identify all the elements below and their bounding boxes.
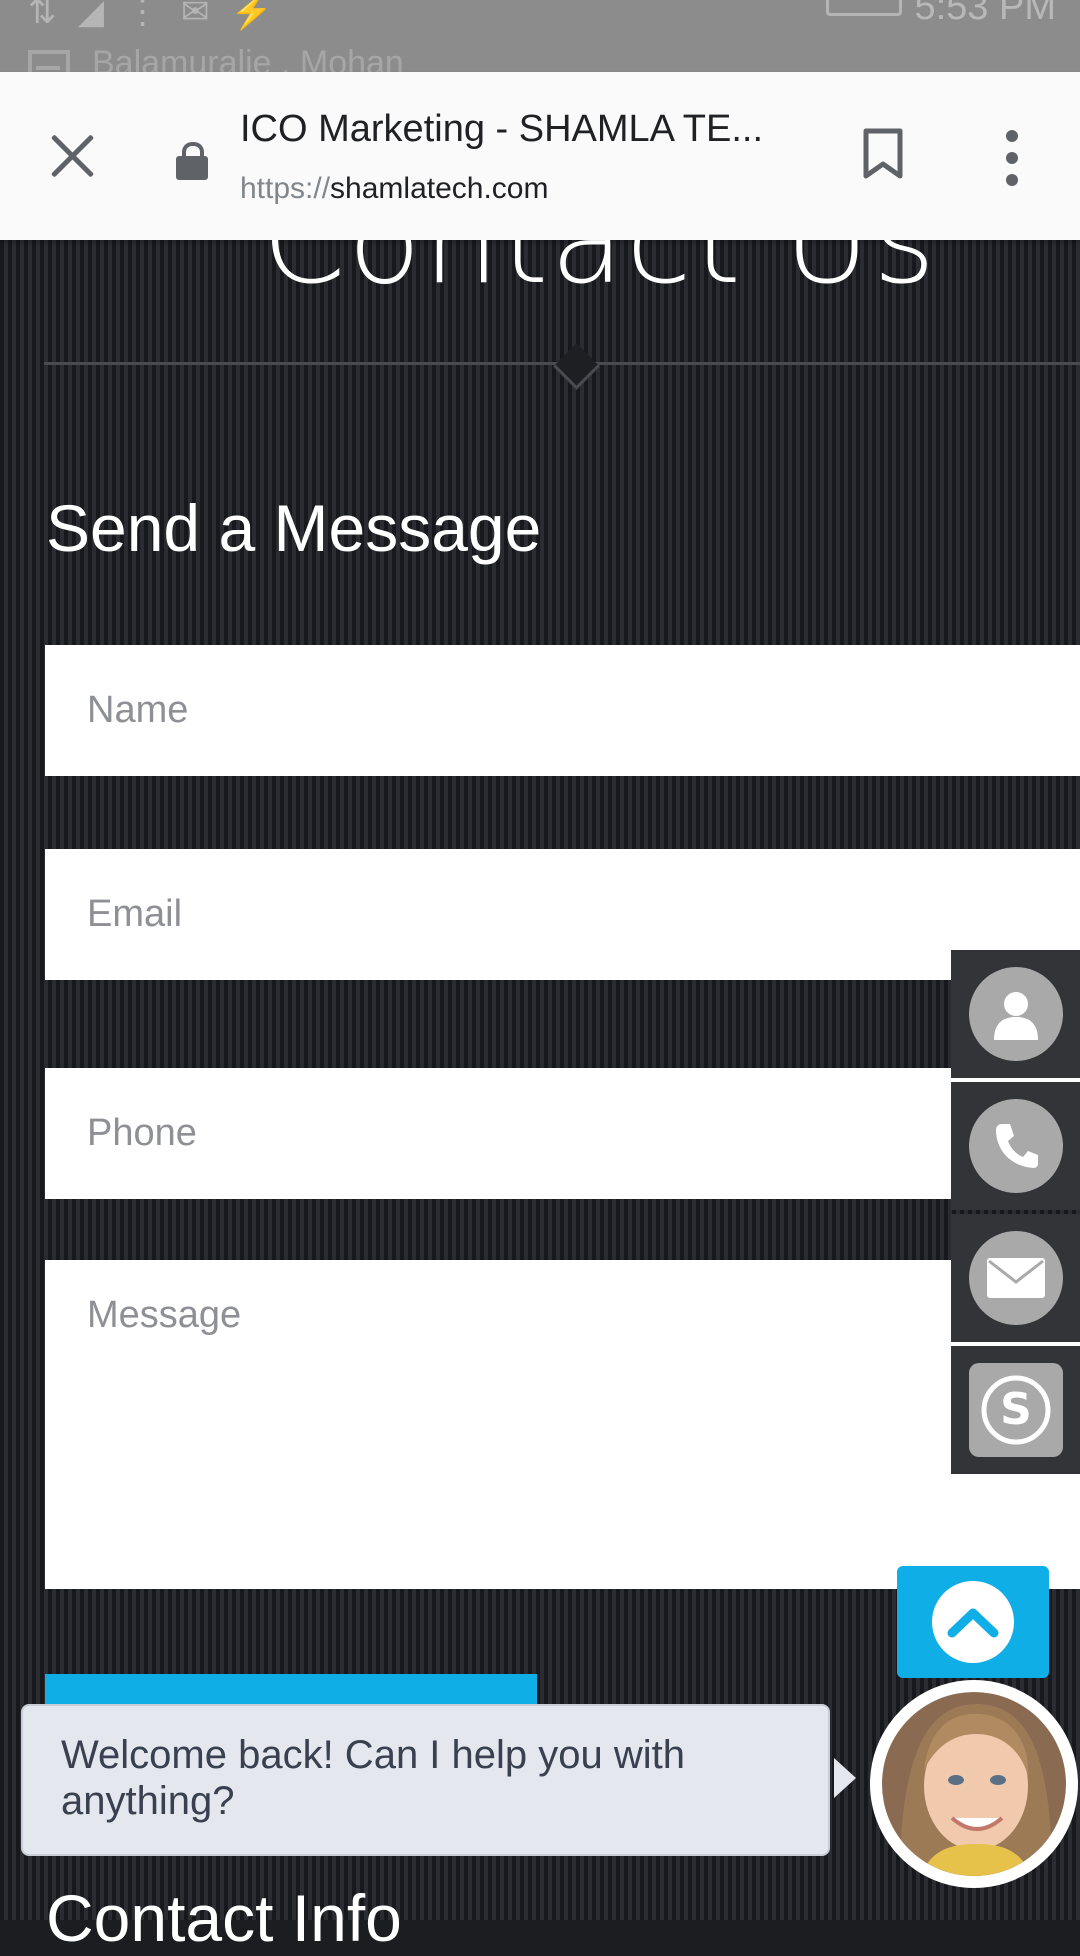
- lock-icon[interactable]: [176, 142, 208, 180]
- email-icon: [968, 1231, 1063, 1325]
- contact-email-button[interactable]: [951, 1214, 1080, 1342]
- chat-bubble-pointer: [834, 1758, 856, 1798]
- contact-skype-button[interactable]: S: [951, 1346, 1080, 1474]
- status-bar: ⇅ ◢ ⋮ ✉ ⚡ 5:53 PM Balamuralie . Mohan: [0, 0, 1080, 72]
- back-to-top-button[interactable]: [897, 1566, 1049, 1678]
- name-input[interactable]: [45, 645, 1080, 776]
- notification: Balamuralie . Mohan: [28, 44, 404, 72]
- chat-agent-avatar[interactable]: [870, 1680, 1078, 1888]
- contact-user-button[interactable]: [951, 950, 1080, 1078]
- gmail-icon: [28, 50, 70, 72]
- message-input[interactable]: [45, 1260, 1080, 1589]
- close-icon[interactable]: [46, 130, 98, 182]
- chevron-up-icon: [932, 1581, 1014, 1663]
- status-time: 5:53 PM: [914, 0, 1056, 28]
- chat-message-bubble[interactable]: Welcome back! Can I help you with anythi…: [21, 1704, 830, 1856]
- side-contact-widget: S: [951, 950, 1080, 1478]
- browser-toolbar: ICO Marketing - SHAMLA TE... https://sha…: [0, 72, 1080, 240]
- url-host: shamlatech.com: [330, 172, 549, 205]
- url-scheme: https://: [240, 172, 331, 205]
- bookmark-icon[interactable]: [862, 128, 904, 180]
- notification-sender: Balamuralie . Mohan: [92, 44, 404, 72]
- agent-photo: [882, 1692, 1066, 1876]
- page-url[interactable]: https://shamlatech.com: [240, 172, 548, 206]
- battery-icon: [826, 0, 902, 16]
- section-title: Send a Message: [46, 491, 542, 565]
- phone-icon: [968, 1099, 1063, 1193]
- page-title: ICO Marketing - SHAMLA TE...: [240, 108, 764, 150]
- phone-input[interactable]: [45, 1068, 1080, 1199]
- email-input[interactable]: [45, 849, 1080, 980]
- contact-phone-button[interactable]: [951, 1082, 1080, 1210]
- user-icon: [968, 967, 1063, 1061]
- more-options-icon[interactable]: [990, 128, 1034, 188]
- skype-icon: S: [968, 1363, 1063, 1457]
- svg-text:S: S: [1000, 1384, 1032, 1435]
- status-icons: ⇅ ◢ ⋮ ✉ ⚡: [28, 0, 280, 31]
- contact-info-heading: Contact Info: [46, 1881, 402, 1955]
